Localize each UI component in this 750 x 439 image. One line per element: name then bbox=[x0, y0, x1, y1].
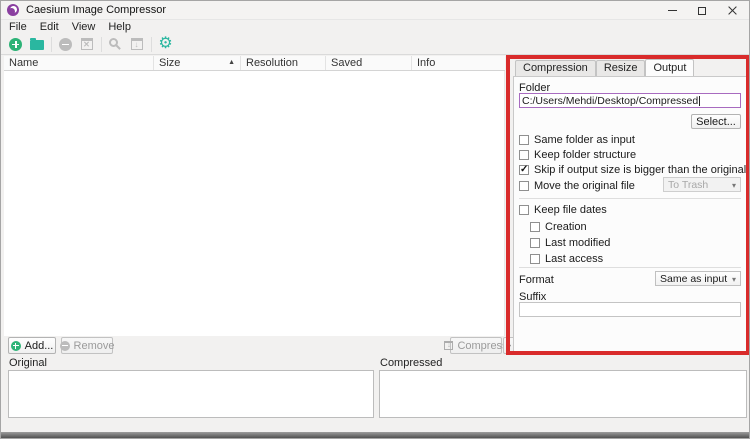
checkbox-row-same-folder[interactable]: Same folder as input bbox=[519, 134, 635, 146]
sort-ascending-icon: ▲ bbox=[228, 56, 235, 70]
suffix-input[interactable] bbox=[519, 302, 741, 317]
toolbar bbox=[1, 34, 749, 55]
column-header-saved[interactable]: Saved bbox=[326, 56, 412, 70]
toolbar-separator bbox=[51, 37, 52, 52]
checkbox[interactable] bbox=[519, 205, 529, 215]
preview-icon[interactable] bbox=[107, 36, 124, 53]
checkbox-row-last-modified[interactable]: Last modified bbox=[530, 237, 610, 249]
compress-box-icon bbox=[444, 341, 453, 350]
menu-bar: File Edit View Help bbox=[1, 20, 749, 34]
menu-edit[interactable]: Edit bbox=[40, 21, 59, 33]
clear-list-icon[interactable] bbox=[78, 36, 95, 53]
status-bar bbox=[1, 418, 749, 433]
window-bottom-edge bbox=[1, 432, 749, 439]
checkbox[interactable] bbox=[519, 165, 529, 175]
move-destination-dropdown[interactable]: To Trash bbox=[663, 177, 741, 192]
checkbox[interactable] bbox=[530, 238, 540, 248]
add-button[interactable]: Add... bbox=[8, 337, 56, 354]
column-header-info[interactable]: Info bbox=[412, 56, 505, 70]
column-header-size[interactable]: ▲Size bbox=[154, 56, 241, 70]
format-label: Format bbox=[519, 274, 554, 286]
format-dropdown[interactable]: Same as input bbox=[655, 271, 741, 286]
app-window: Caesium Image Compressor File Edit View … bbox=[0, 0, 750, 439]
window-title: Caesium Image Compressor bbox=[26, 4, 166, 16]
separator bbox=[519, 198, 741, 199]
title-bar: Caesium Image Compressor bbox=[1, 1, 749, 20]
chevron-down-icon bbox=[507, 340, 511, 352]
checkbox-row-keep-structure[interactable]: Keep folder structure bbox=[519, 149, 636, 161]
remove-button[interactable]: Remove bbox=[61, 337, 113, 354]
remove-minus-icon bbox=[60, 341, 70, 351]
file-list[interactable] bbox=[4, 71, 505, 336]
toolbar-separator bbox=[151, 37, 152, 52]
chevron-down-icon bbox=[732, 273, 736, 285]
close-icon[interactable] bbox=[717, 1, 747, 20]
checkbox[interactable] bbox=[530, 254, 540, 264]
remove-file-icon[interactable] bbox=[57, 36, 74, 53]
settings-gear-icon[interactable] bbox=[157, 36, 174, 53]
tab-compression[interactable]: Compression bbox=[515, 60, 596, 76]
text-cursor bbox=[699, 96, 700, 106]
checkbox-row-skip-bigger[interactable]: Skip if output size is bigger than the o… bbox=[519, 164, 746, 176]
checkbox[interactable] bbox=[530, 222, 540, 232]
chevron-down-icon bbox=[732, 179, 736, 191]
compressed-preview-label: Compressed bbox=[380, 357, 442, 369]
checkbox-row-last-access[interactable]: Last access bbox=[530, 253, 603, 265]
original-preview-label: Original bbox=[9, 357, 47, 369]
toolbar-separator bbox=[101, 37, 102, 52]
file-table-header: Name ▲Size Resolution Saved Info bbox=[4, 56, 505, 71]
checkbox[interactable] bbox=[519, 181, 529, 191]
menu-view[interactable]: View bbox=[72, 21, 96, 33]
settings-panel: Compression Resize Output Folder C:/User… bbox=[513, 59, 747, 352]
folder-input[interactable]: C:/Users/Mehdi/Desktop/Compressed bbox=[519, 93, 741, 108]
column-header-resolution[interactable]: Resolution bbox=[241, 56, 326, 70]
add-files-icon[interactable] bbox=[7, 36, 24, 53]
compressed-preview-pane bbox=[379, 370, 747, 418]
menu-file[interactable]: File bbox=[9, 21, 27, 33]
app-logo-icon bbox=[7, 4, 19, 16]
checkbox[interactable] bbox=[519, 150, 529, 160]
menu-help[interactable]: Help bbox=[108, 21, 131, 33]
minimize-icon[interactable] bbox=[657, 1, 687, 20]
compress-icon[interactable] bbox=[128, 36, 145, 53]
add-plus-icon bbox=[11, 341, 21, 351]
checkbox-row-move-original[interactable]: Move the original file bbox=[519, 180, 635, 192]
checkbox[interactable] bbox=[519, 135, 529, 145]
compress-button[interactable]: Compress bbox=[450, 337, 502, 354]
tab-resize[interactable]: Resize bbox=[596, 60, 646, 76]
checkbox-row-creation[interactable]: Creation bbox=[530, 221, 587, 233]
tab-output[interactable]: Output bbox=[645, 59, 694, 76]
select-folder-button[interactable]: Select... bbox=[691, 114, 741, 129]
output-tab-panel: Folder C:/Users/Mehdi/Desktop/Compressed… bbox=[513, 76, 747, 352]
checkbox-row-keep-dates[interactable]: Keep file dates bbox=[519, 204, 607, 216]
window-controls bbox=[657, 1, 747, 20]
open-folder-icon[interactable] bbox=[28, 36, 45, 53]
settings-tabs: Compression Resize Output bbox=[515, 59, 694, 76]
separator bbox=[519, 267, 741, 268]
column-header-name[interactable]: Name bbox=[4, 56, 154, 70]
maximize-icon[interactable] bbox=[687, 1, 717, 20]
original-preview-pane bbox=[8, 370, 374, 418]
